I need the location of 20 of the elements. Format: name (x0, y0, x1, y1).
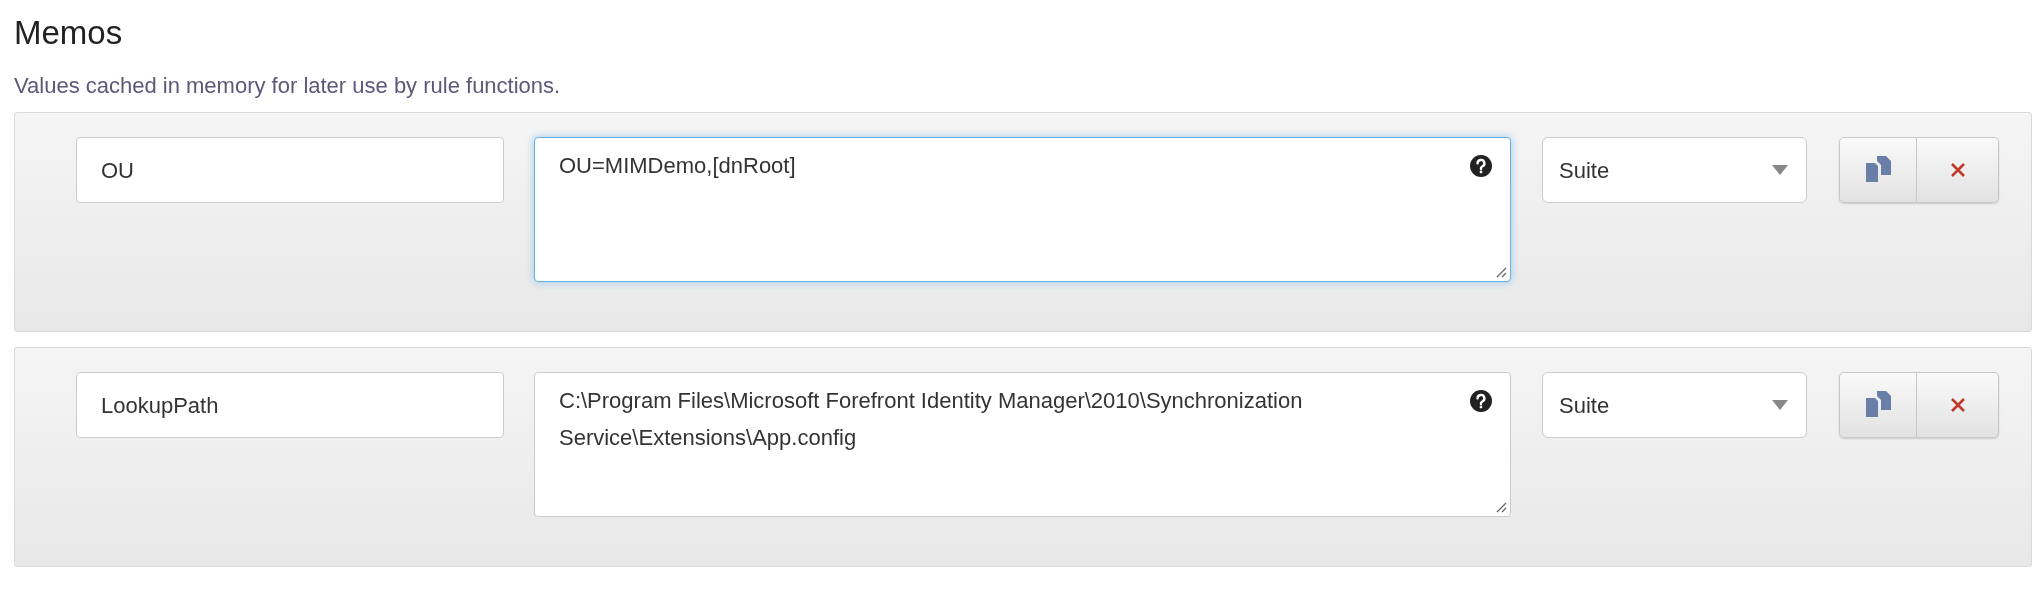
copy-button[interactable] (1839, 372, 1917, 438)
section-description: Values cached in memory for later use by rule functions. (14, 72, 561, 100)
section-title: Memos (14, 13, 123, 53)
copy-icon (1864, 156, 1892, 184)
copy-button[interactable] (1839, 137, 1917, 203)
help-icon[interactable] (1470, 390, 1492, 412)
resize-grip-icon[interactable] (1495, 266, 1507, 278)
copy-icon (1864, 391, 1892, 419)
scope-dropdown[interactable]: Suite (1542, 372, 1807, 438)
caret-icon (1772, 165, 1788, 175)
close-icon (1949, 162, 1966, 178)
help-icon[interactable] (1470, 155, 1492, 177)
value-field[interactable]: C:\Program Files\Microsoft Forefront Identity Manager\2010\Synchronization Service\Extensions\App.config (534, 372, 1511, 517)
resize-grip-icon[interactable] (1495, 501, 1507, 513)
close-icon (1949, 397, 1966, 413)
scope-dropdown[interactable]: Suite (1542, 137, 1807, 203)
name-field[interactable]: OU (76, 137, 504, 203)
caret-icon (1772, 400, 1788, 410)
value-field[interactable]: OU=MIMDemo,[dnRoot] (534, 137, 1511, 282)
name-field[interactable]: LookupPath (76, 372, 504, 438)
